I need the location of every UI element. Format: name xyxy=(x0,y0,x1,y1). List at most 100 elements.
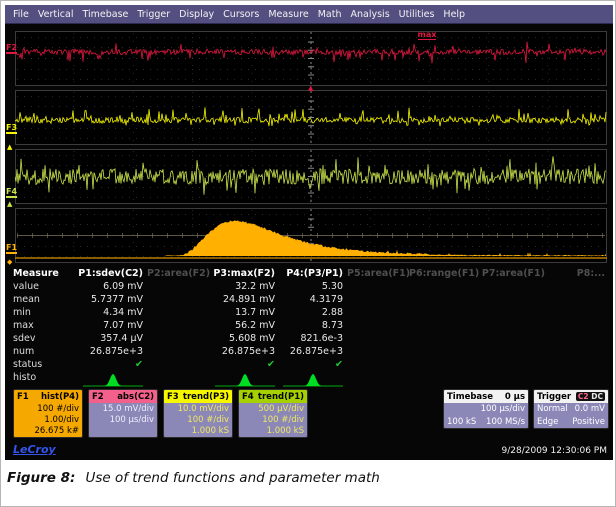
lecroy-logo: LeCroy xyxy=(13,443,56,456)
figure-caption-text: Use of trend functions and parameter mat… xyxy=(85,470,379,486)
measure-cell-measure-p2[interactable]: P2:area(F2) xyxy=(147,267,209,280)
trigger-level: 0.0 mV xyxy=(575,403,605,416)
timebase-box[interactable]: Timebase 0 µs 100 µs/div 100 kS 100 MS/s xyxy=(443,389,529,429)
measure-cell-measure-p3[interactable]: P3:max(F2) xyxy=(209,267,279,280)
timebase-title: Timebase xyxy=(447,392,493,402)
trace-label-f1[interactable]: F1 xyxy=(6,243,17,254)
menu-item-measure[interactable]: Measure xyxy=(268,9,308,20)
measure-row-label: value xyxy=(13,280,69,293)
measure-cell-measure-p5[interactable]: P5:area(F1) xyxy=(347,267,409,280)
menu-item-timebase[interactable]: Timebase xyxy=(82,9,128,20)
measure-cell-num-p5 xyxy=(347,345,409,358)
measure-cell-value-p3: 32.2 mV xyxy=(209,280,279,293)
measure-cell-value-p1: 6.09 mV xyxy=(69,280,147,293)
trigger-slope: Positive xyxy=(572,416,605,429)
measure-row-value: value6.09 mV 32.2 mV5.30 xyxy=(13,280,609,293)
channel-id: F3 xyxy=(167,392,179,402)
timebase-offset: 0 µs xyxy=(505,392,525,402)
channel-function: trend(P1) xyxy=(258,392,304,402)
measure-row-sdev: sdev357.4 µV5.608 mV821.6e-3 xyxy=(13,332,609,345)
measure-cell-max-p3: 56.2 mV xyxy=(209,319,279,332)
channel-box-f3[interactable]: F3trend(P3)10.0 mV/div100 #/div1.000 kS xyxy=(163,389,233,438)
menu-item-analysis[interactable]: Analysis xyxy=(351,9,390,20)
measure-cell-min-p8 xyxy=(549,306,609,319)
measure-cell-value-p6 xyxy=(409,280,477,293)
channel-function: hist(P4) xyxy=(41,392,79,402)
level-marker-f1-icon[interactable]: ◆ xyxy=(7,259,12,266)
measure-row-min: min4.34 mV13.7 mV2.88 xyxy=(13,306,609,319)
measure-cell-num-p8 xyxy=(549,345,609,358)
menu-item-trigger[interactable]: Trigger xyxy=(137,9,170,20)
measure-cell-status-p7 xyxy=(477,358,549,371)
measure-cell-sdev-p3: 5.608 mV xyxy=(209,332,279,345)
level-marker-f4-icon[interactable]: ▲ xyxy=(7,201,12,208)
measure-cell-measure-p8[interactable]: P8:... xyxy=(549,267,609,280)
measure-cell-sdev-p7 xyxy=(477,332,549,345)
menu-item-display[interactable]: Display xyxy=(179,9,214,20)
level-marker-f3-icon[interactable]: ▲ xyxy=(7,144,12,151)
measure-row-label: sdev xyxy=(13,332,69,345)
measure-cell-measure-p1[interactable]: P1:sdev(C2) xyxy=(69,267,147,280)
trace-f2 xyxy=(15,31,607,86)
measure-row-label: min xyxy=(13,306,69,319)
measure-cell-histo-p5 xyxy=(347,371,409,393)
measure-cell-min-p5 xyxy=(347,306,409,319)
measure-cell-num-p2 xyxy=(147,345,209,358)
channel-box-header: F3trend(P3) xyxy=(164,390,232,403)
measure-row-label: num xyxy=(13,345,69,358)
measure-cell-max-p8 xyxy=(549,319,609,332)
channel-id: F2 xyxy=(92,392,104,402)
datetime-display: 9/28/2009 12:30:06 PM xyxy=(502,446,607,456)
measure-cell-mean-p5 xyxy=(347,293,409,306)
menu-item-file[interactable]: File xyxy=(13,9,29,20)
measure-row-label: max xyxy=(13,319,69,332)
menu-item-cursors[interactable]: Cursors xyxy=(223,9,259,20)
channel-box-f4[interactable]: F4trend(P1)500 µV/div100 #/div1.000 kS xyxy=(238,389,308,438)
measure-cell-min-p2 xyxy=(147,306,209,319)
measure-cell-value-p2 xyxy=(147,280,209,293)
measure-row-measure: MeasureP1:sdev(C2)P2:area(F2)P3:max(F2)P… xyxy=(13,267,609,280)
measure-cell-max-p4: 8.73 xyxy=(279,319,347,332)
measure-cell-measure-p6[interactable]: P6:range(F1) xyxy=(409,267,477,280)
menu-item-help[interactable]: Help xyxy=(443,9,465,20)
channel-setting-line: 10.0 mV/div xyxy=(167,404,229,415)
channel-id: F4 xyxy=(242,392,254,402)
trigger-time-marker-icon[interactable]: ▲ xyxy=(308,85,313,92)
channel-box-f2[interactable]: F2abs(C2)15.0 mV/div100 µs/div xyxy=(88,389,158,438)
waveform-grid: max xyxy=(15,31,609,267)
channel-setting-line: 100 µs/div xyxy=(92,415,154,426)
measure-cell-max-p7 xyxy=(477,319,549,332)
timebase-samples: 100 kS xyxy=(447,416,476,429)
trace-f4 xyxy=(15,149,607,204)
measure-cell-status-p6 xyxy=(409,358,477,371)
menu-item-math[interactable]: Math xyxy=(318,9,342,20)
measure-cell-min-p4: 2.88 xyxy=(279,306,347,319)
channel-setting-line: 100 #/div xyxy=(242,415,304,426)
channel-box-header: F1hist(P4) xyxy=(14,390,82,403)
parameter-annotation-max: max xyxy=(418,31,437,40)
channel-box-f1[interactable]: F1hist(P4)100 #/div1.00/div26.675 k# xyxy=(13,389,83,438)
measure-row-status: status✔✔✔ xyxy=(13,358,609,371)
measure-cell-measure-p4[interactable]: P4:(P3/P1) xyxy=(279,267,347,280)
measure-row-num: num26.875e+326.875e+326.875e+3 xyxy=(13,345,609,358)
menu-item-utilities[interactable]: Utilities xyxy=(399,9,435,20)
measure-cell-value-p4: 5.30 xyxy=(279,280,347,293)
trace-label-f4[interactable]: F4 xyxy=(6,187,17,198)
channel-setting-line: 1.00/div xyxy=(17,415,79,426)
channel-box-header: F4 trend(P1) xyxy=(239,390,307,403)
trigger-box[interactable]: Trigger C2 DC Normal 0.0 mV Edge Positiv… xyxy=(533,389,609,429)
measure-cell-mean-p8 xyxy=(549,293,609,306)
measure-cell-max-p2 xyxy=(147,319,209,332)
trace-label-f2[interactable]: F2 xyxy=(6,43,17,54)
trace-label-f3[interactable]: F3 xyxy=(6,123,17,134)
measure-cell-status-p5 xyxy=(347,358,409,371)
channel-settings: 100 #/div1.00/div26.675 k# xyxy=(14,403,82,438)
waveform-panel-f3 xyxy=(15,90,607,145)
measure-cell-measure-p7[interactable]: P7:area(F1) xyxy=(477,267,549,280)
measure-cell-value-p8 xyxy=(549,280,609,293)
trigger-source: C2 xyxy=(578,392,589,401)
menu-item-vertical[interactable]: Vertical xyxy=(38,9,74,20)
measure-cell-mean-p2 xyxy=(147,293,209,306)
channel-box-header: F2abs(C2) xyxy=(89,390,157,403)
measure-cell-sdev-p6 xyxy=(409,332,477,345)
